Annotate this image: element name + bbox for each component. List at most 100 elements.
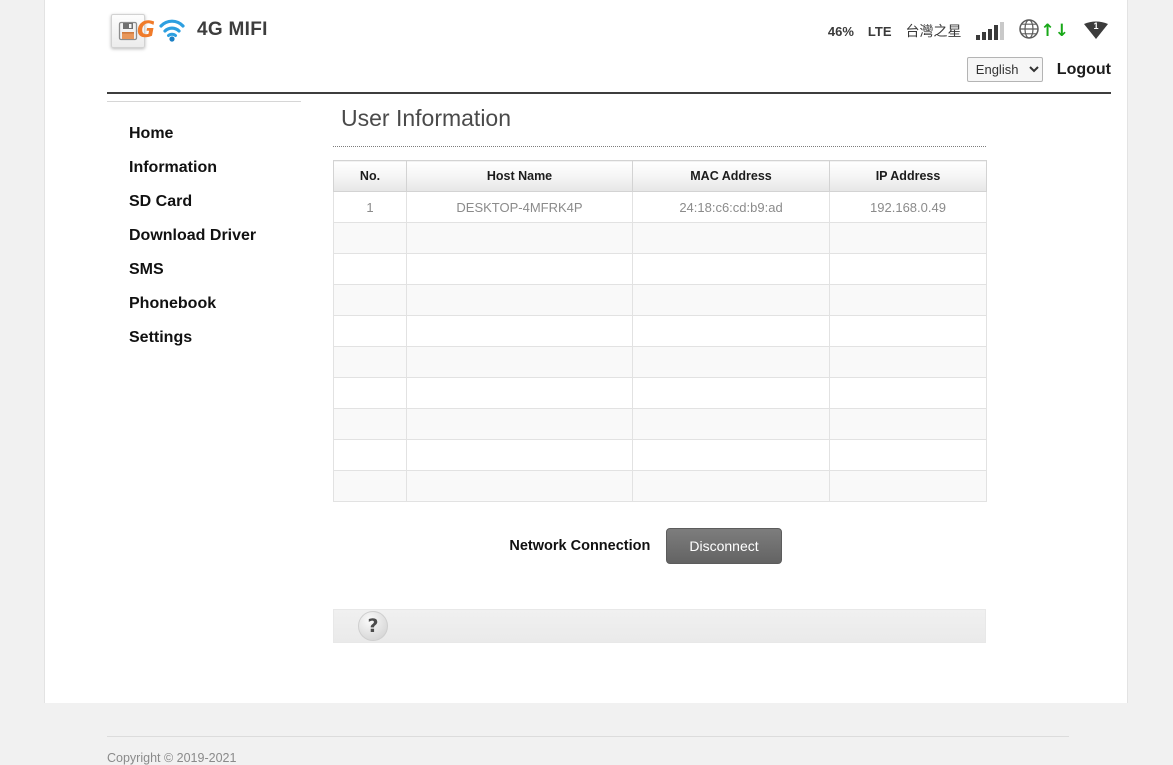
arrow-up-icon: ↑	[1040, 20, 1055, 41]
column-header-ip: IP Address	[829, 160, 987, 192]
table-row	[333, 377, 987, 409]
cell-ip-address	[829, 377, 987, 409]
header-divider	[107, 92, 1111, 94]
cell-no: 1	[333, 191, 407, 223]
cell-mac-address	[632, 222, 830, 254]
brand-area: G 4G MIFI	[111, 10, 268, 50]
signal-bars-icon	[975, 22, 1004, 40]
page-header: G 4G MIFI 46% LTE 台灣之星 ↑ ↓ 1 English Log…	[45, 0, 1127, 94]
globe-icon	[1018, 18, 1040, 45]
main-content: User Information No. Host Name MAC Addre…	[333, 105, 987, 643]
sidebar-item-information[interactable]: Information	[107, 151, 301, 185]
cell-mac-address	[632, 408, 830, 440]
cell-no	[333, 408, 407, 440]
wifi-clients-icon: 1	[1083, 20, 1109, 42]
cell-no	[333, 253, 407, 285]
page-title: User Information	[341, 105, 512, 131]
table-row	[333, 346, 987, 378]
cell-no	[333, 222, 407, 254]
title-divider	[333, 146, 986, 147]
cell-mac-address	[632, 284, 830, 316]
sidebar-nav: Home Information SD Card Download Driver…	[107, 101, 301, 355]
cell-no	[333, 346, 407, 378]
network-connection-label: Network Connection	[509, 538, 651, 554]
cell-host-name	[406, 315, 633, 347]
browser-page: G 4G MIFI 46% LTE 台灣之星 ↑ ↓ 1 English Log…	[44, 0, 1128, 765]
network-type: LTE	[867, 23, 892, 39]
table-row	[333, 284, 987, 316]
table-body: 1 DESKTOP-4MFRK4P 24:18:c6:cd:b9:ad 192.168…	[333, 191, 987, 502]
table-row	[333, 315, 987, 347]
table-row	[333, 470, 987, 502]
network-connection-row: Network Connection Disconnect	[333, 528, 986, 564]
table-row	[333, 253, 987, 285]
cell-no	[333, 284, 407, 316]
cell-mac-address: 24:18:c6:cd:b9:ad	[632, 191, 830, 223]
sidebar-item-sd-card[interactable]: SD Card	[107, 185, 301, 219]
cell-ip-address	[829, 315, 987, 347]
internet-traffic-indicator: ↑ ↓	[1018, 18, 1070, 45]
sidebar-item-home[interactable]: Home	[107, 117, 301, 151]
sidebar-divider	[107, 101, 301, 102]
cell-no	[333, 470, 407, 502]
cell-no	[333, 315, 407, 347]
wifi-icon	[157, 17, 187, 43]
traffic-arrows: ↑ ↓	[1040, 20, 1070, 41]
sidebar-item-sms[interactable]: SMS	[107, 253, 301, 287]
arrow-down-icon: ↓	[1054, 20, 1069, 41]
cell-host-name	[406, 253, 633, 285]
question-mark-icon[interactable]: ?	[358, 611, 388, 641]
logout-button[interactable]: Logout	[1057, 61, 1111, 79]
page-footer: Copyright © 2019-2021	[107, 736, 1069, 765]
cell-mac-address	[632, 346, 830, 378]
cell-mac-address	[632, 315, 830, 347]
cell-ip-address	[829, 408, 987, 440]
carrier-name: 台灣之星	[905, 24, 962, 40]
cell-no	[333, 439, 407, 471]
cell-ip-address: 192.168.0.49	[829, 191, 987, 223]
cell-ip-address	[829, 222, 987, 254]
cell-mac-address	[632, 377, 830, 409]
cell-host-name	[406, 377, 633, 409]
table-header: No. Host Name MAC Address IP Address	[333, 160, 987, 192]
table-row: 1 DESKTOP-4MFRK4P 24:18:c6:cd:b9:ad 192.168…	[333, 191, 987, 223]
battery-level: 46%	[827, 23, 854, 39]
column-header-host-name: Host Name	[406, 160, 633, 192]
disconnect-button[interactable]: Disconnect	[666, 528, 782, 564]
column-header-mac: MAC Address	[632, 160, 830, 192]
cell-host-name	[406, 346, 633, 378]
cell-host-name: DESKTOP-4MFRK4P	[406, 191, 633, 223]
cell-ip-address	[829, 346, 987, 378]
header-controls: English Logout	[966, 57, 1111, 82]
cell-mac-address	[632, 253, 830, 285]
cell-mac-address	[632, 470, 830, 502]
cell-host-name	[406, 284, 633, 316]
copyright-text: Copyright © 2019-2021	[107, 751, 237, 765]
table-row	[333, 222, 987, 254]
help-bar: ?	[333, 609, 986, 643]
wifi-clients-count: 1	[1093, 21, 1099, 31]
brand-title: 4G MIFI	[197, 19, 268, 40]
user-information-table: No. Host Name MAC Address IP Address 1 DE…	[333, 160, 987, 502]
cell-ip-address	[829, 470, 987, 502]
cell-host-name	[406, 408, 633, 440]
cell-mac-address	[632, 439, 830, 471]
language-select[interactable]: English	[966, 57, 1043, 82]
footer-divider	[107, 736, 1069, 737]
column-header-no: No.	[333, 160, 407, 192]
g-logo-mark: G	[137, 18, 156, 43]
cell-ip-address	[829, 439, 987, 471]
cell-host-name	[406, 222, 633, 254]
table-row	[333, 439, 987, 471]
cell-ip-address	[829, 284, 987, 316]
logo-stack: G	[111, 12, 191, 48]
table-header-row: No. Host Name MAC Address IP Address	[333, 160, 987, 192]
cell-no	[333, 377, 407, 409]
status-bar: 46% LTE 台灣之星 ↑ ↓ 1	[828, 18, 1109, 44]
sidebar-item-phonebook[interactable]: Phonebook	[107, 287, 301, 321]
table-row	[333, 408, 987, 440]
cell-host-name	[406, 470, 633, 502]
cell-ip-address	[829, 253, 987, 285]
sidebar-item-settings[interactable]: Settings	[107, 321, 301, 355]
sidebar-item-download-driver[interactable]: Download Driver	[107, 219, 301, 253]
